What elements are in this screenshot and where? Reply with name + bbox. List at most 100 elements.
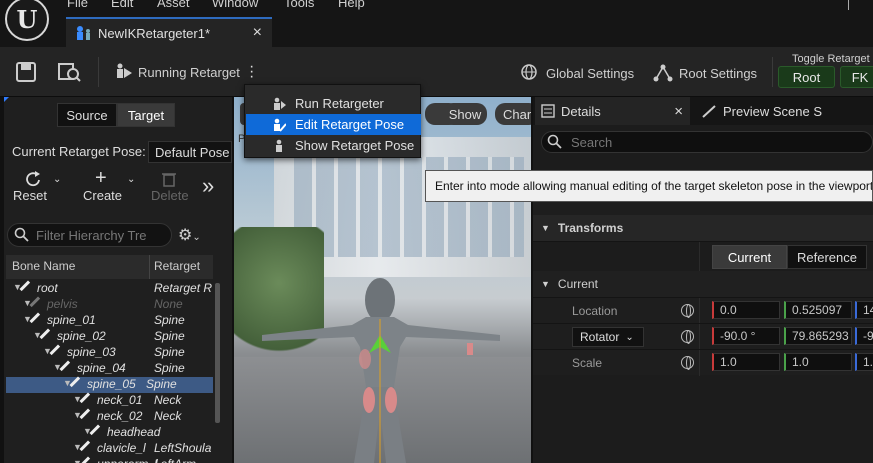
filter-hierarchy-input[interactable]: Filter Hierarchy Tre: [7, 223, 172, 247]
plus-icon: +: [95, 167, 107, 189]
bone-row[interactable]: ▼ pelvis None: [12, 296, 214, 314]
bone-row[interactable]: ▼ clavicle_l LeftShoula: [12, 440, 214, 458]
running-retarget-dropdown: Run Retargeter Edit Retarget Pose Show R…: [244, 84, 421, 158]
bone-retarget-chain: Spine: [154, 313, 185, 327]
tab-close-icon[interactable]: ×: [253, 24, 262, 42]
bone-retarget-chain: LeftShoula: [154, 441, 212, 455]
location-label: Location: [572, 304, 618, 318]
global-settings-button[interactable]: Global Settings: [520, 63, 634, 83]
menu-file[interactable]: File: [67, 0, 88, 10]
pose-select[interactable]: Default Pose: [148, 141, 232, 163]
location-row: Location 0.0 0.525097 14: [533, 297, 873, 324]
bone-icon: [49, 344, 67, 362]
bone-row[interactable]: ▼ neck_01 Neck: [12, 392, 214, 410]
window-restore-icon[interactable]: [848, 0, 868, 10]
section-transforms[interactable]: ▼ Transforms: [533, 215, 873, 241]
brush-icon: [702, 105, 716, 118]
bone-name: root: [19, 280, 58, 298]
scale-x-field[interactable]: 1.0: [712, 353, 780, 371]
tab-title: NewIKRetargeter1*: [98, 25, 210, 41]
trash-icon: [162, 173, 176, 187]
menu-edit[interactable]: Edit: [111, 0, 133, 10]
close-icon[interactable]: ×: [674, 103, 683, 120]
menu-item-edit-retarget-pose[interactable]: Edit Retarget Pose: [246, 114, 421, 135]
filter-placeholder: Filter Hierarchy Tre: [36, 227, 147, 243]
rotation-z-field[interactable]: -9: [855, 327, 873, 345]
tab-new-ik-retargeter[interactable]: NewIKRetargeter1* ×: [66, 17, 272, 47]
scale-z-field[interactable]: 1.0: [855, 353, 873, 371]
retargeter-asset-icon: [77, 26, 90, 40]
bone-icon: [39, 328, 57, 346]
scale-y-field[interactable]: 1.0: [784, 353, 852, 371]
save-icon[interactable]: [16, 62, 36, 82]
tooltip: Enter into mode allowing manual editing …: [425, 170, 873, 202]
bone-name-text: spine_02: [57, 329, 106, 343]
details-panel: Details × Preview Scene S Search Selecte…: [533, 97, 873, 463]
bone-row[interactable]: ▼ spine_01 Spine: [12, 312, 214, 330]
section-current[interactable]: ▼ Current: [533, 271, 873, 297]
bone-retarget-chain: Neck: [154, 409, 182, 423]
toggle-root-button[interactable]: Root: [778, 66, 835, 88]
bone-row[interactable]: ▼ spine_05 Spine: [6, 376, 213, 394]
scale-row: Scale 1.0 1.0 1.0: [533, 349, 873, 376]
root-settings-button[interactable]: Root Settings: [653, 63, 757, 83]
details-search-input[interactable]: Search: [541, 131, 873, 153]
bone-name-text: clavicle_l: [97, 441, 146, 455]
globe-icon[interactable]: [681, 304, 694, 318]
edit-retarget-pose-label: Edit Retarget Pose: [295, 117, 405, 132]
show-button[interactable]: Show: [443, 103, 487, 125]
toggle-fk-button[interactable]: FK: [840, 66, 873, 88]
chevron-down-icon: ⌄: [127, 174, 136, 185]
bone-row[interactable]: ▼ root Retarget R: [12, 280, 214, 298]
toggle-retarget-title: Toggle Retarget: [792, 53, 870, 65]
segment-reference[interactable]: Reference: [787, 245, 867, 269]
create-button[interactable]: + Create ⌄: [83, 167, 139, 205]
location-y-field[interactable]: 0.525097: [784, 301, 852, 319]
more-options-icon[interactable]: · · ·: [249, 59, 255, 85]
reset-button[interactable]: Reset ⌄: [12, 171, 64, 205]
globe-icon[interactable]: [681, 330, 694, 344]
details-tab-label: Details: [561, 103, 601, 119]
bone-row[interactable]: ▼ headhead: [12, 424, 214, 442]
menu-window[interactable]: Window: [212, 0, 258, 10]
bone-row[interactable]: ▼ spine_03 Spine: [12, 344, 214, 362]
bone-row[interactable]: ▼ spine_02 Spine: [12, 328, 214, 346]
tab-details[interactable]: Details ×: [535, 97, 690, 125]
tab-source[interactable]: Source: [57, 103, 117, 127]
tab-target[interactable]: Target: [117, 103, 175, 127]
bone-name-text: spine_04: [77, 361, 126, 375]
location-x-field[interactable]: 0.0: [712, 301, 780, 319]
location-z-field[interactable]: 14: [855, 301, 873, 319]
running-retarget-button[interactable]: Running Retarget: [114, 63, 240, 81]
menu-item-show-retarget-pose[interactable]: Show Retarget Pose: [246, 135, 421, 156]
current-pose-label: Current Retarget Pose:: [12, 144, 146, 159]
menu-tools[interactable]: Tools: [284, 0, 314, 10]
bone-icon: [89, 424, 107, 442]
bone-name: headhead: [89, 424, 160, 442]
menu-asset[interactable]: Asset: [157, 0, 190, 10]
character-button[interactable]: Char: [495, 103, 531, 125]
overflow-chevrons-icon[interactable]: »: [202, 173, 214, 199]
rotation-x-field[interactable]: -90.0 °: [712, 327, 780, 345]
rotator-select[interactable]: Rotator ⌄: [572, 327, 644, 347]
bone-name-text: root: [37, 281, 58, 295]
bone-icon: [29, 296, 47, 314]
menu-help[interactable]: Help: [338, 0, 365, 10]
segment-current[interactable]: Current: [712, 245, 787, 269]
create-label: Create: [83, 188, 123, 203]
bone-row[interactable]: ▼upperarm_lLeftArm: [12, 456, 214, 463]
hierarchy-scrollbar[interactable]: [215, 283, 220, 423]
column-retarget: Retarget: [154, 259, 201, 273]
browse-asset-icon[interactable]: [58, 62, 82, 82]
delete-button[interactable]: Delete: [150, 171, 194, 205]
gear-icon[interactable]: ⚙⌄: [178, 225, 201, 245]
rotation-y-field[interactable]: 79.865293: [784, 327, 852, 345]
tab-preview-scene[interactable]: Preview Scene S: [695, 97, 873, 125]
bone-name-text: neck_01: [97, 393, 143, 407]
globe-icon[interactable]: [681, 356, 694, 370]
bone-name: spine_03: [49, 344, 116, 362]
bone-row[interactable]: ▼ spine_04 Spine: [12, 360, 214, 378]
bone-row[interactable]: ▼ neck_02 Neck: [12, 408, 214, 426]
menu-item-run-retargeter[interactable]: Run Retargeter: [246, 93, 421, 114]
bone-icon: [79, 440, 97, 458]
